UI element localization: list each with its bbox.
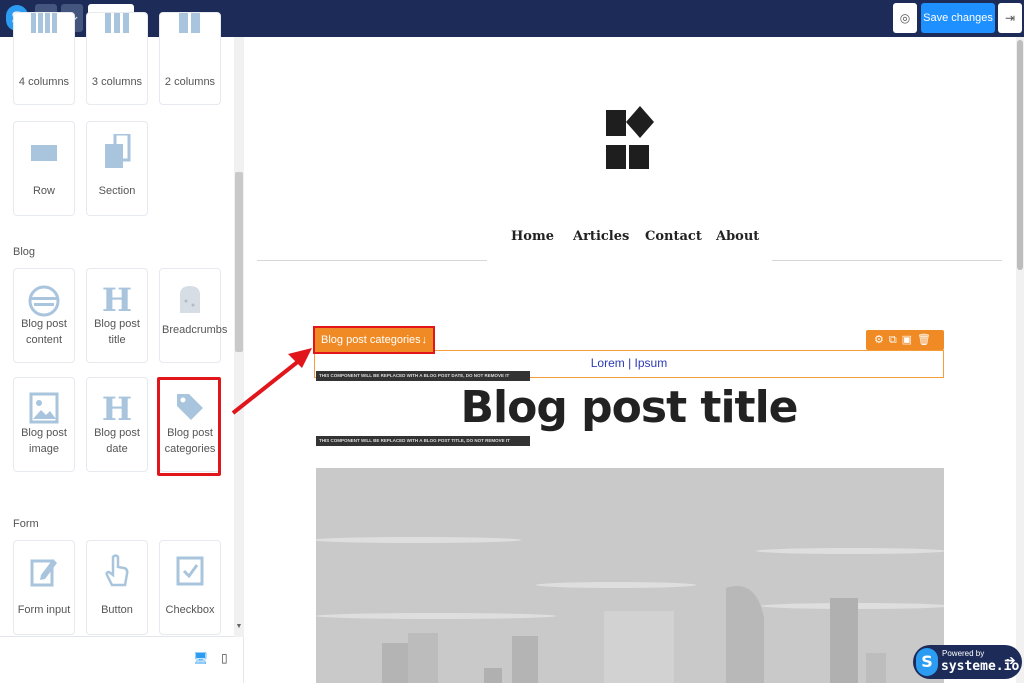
nav-about[interactable]: About — [716, 229, 759, 244]
date-warning-label: THIS COMPONENT WILL BE REPLACED WITH A B… — [316, 371, 530, 381]
powered-by-badge[interactable]: S Powered by systeme.io ➔ — [913, 645, 1022, 679]
powered-by-text: Powered by — [942, 649, 985, 658]
categories-highlight-box — [157, 377, 221, 476]
form-section-title: Form — [13, 518, 39, 530]
tile-4-columns[interactable]: 4 columns — [13, 12, 75, 105]
tile-row[interactable]: Row — [13, 121, 75, 216]
systeme-badge-logo-icon: S — [916, 648, 938, 676]
exit-icon[interactable]: ⇥ — [998, 3, 1022, 33]
tile-label: 4 columns — [18, 76, 70, 88]
pointer-icon — [87, 553, 147, 594]
bread-icon — [160, 283, 220, 322]
tile-label: Section — [98, 185, 136, 197]
tile-label: Row — [32, 185, 55, 197]
tile-label: Breadcrumbs — [162, 324, 228, 336]
tile-label: Blog post image — [21, 427, 67, 455]
tile-section[interactable]: Section — [86, 121, 148, 216]
blog-post-image[interactable] — [316, 468, 944, 683]
h-icon: H — [101, 281, 133, 319]
nav-home[interactable]: Home — [511, 229, 554, 244]
save-changes-button[interactable]: Save changes — [921, 3, 995, 33]
blog-section-title: Blog — [13, 246, 36, 258]
columns-3-icon — [87, 13, 147, 40]
tile-checkbox[interactable]: Checkbox — [159, 540, 221, 635]
top-bar: S ↶ ↷ Popups ◎ Save changes ⇥ — [0, 0, 1024, 37]
arrow-right-icon: ➔ — [1004, 652, 1016, 668]
tile-breadcrumbs[interactable]: Breadcrumbs — [159, 268, 228, 363]
desktop-icon[interactable]: 🖥 — [193, 651, 208, 665]
scroll-down-icon[interactable]: ▼ — [234, 623, 244, 635]
section-icon — [87, 132, 147, 175]
title-warning-label: THIS COMPONENT WILL BE REPLACED WITH A B… — [316, 436, 530, 446]
columns-4-icon — [14, 13, 74, 40]
app-root: S ↶ ↷ Popups ◎ Save changes ⇥ ▼ 4 column… — [0, 0, 1024, 683]
nav-contact[interactable]: Contact — [645, 229, 702, 244]
tile-label: 3 columns — [91, 76, 143, 88]
tile-label: Checkbox — [165, 604, 215, 616]
element-toolbar[interactable]: ⚙⧉▣🗑 — [866, 330, 944, 350]
tile-button[interactable]: Button — [86, 540, 148, 635]
tile-label: Blog post date — [94, 427, 140, 455]
tile-label: Blog post title — [94, 318, 140, 346]
tile-2-columns[interactable]: 2 columns — [159, 12, 221, 105]
mobile-icon[interactable]: ▯ — [221, 651, 228, 665]
checkbox-icon — [160, 555, 220, 592]
row-icon — [14, 142, 74, 169]
sidebar-scroll-thumb[interactable] — [235, 172, 243, 352]
categories-element-label[interactable]: Blog post categories ↓ — [313, 326, 435, 354]
blog-post-title[interactable]: Blog post title — [314, 382, 944, 433]
tile-blog-post-title[interactable]: H Blog post title — [86, 268, 148, 363]
tile-blog-post-content[interactable]: Blog post content — [13, 268, 75, 363]
tile-blog-post-image[interactable]: Blog post image — [13, 377, 75, 472]
arrow-down-icon[interactable]: ↓ — [422, 328, 428, 352]
tile-label: Form input — [17, 604, 71, 616]
tile-label: 2 columns — [164, 76, 216, 88]
tile-label: Button — [101, 604, 133, 616]
categories-text[interactable]: Lorem | Ipsum — [314, 356, 944, 370]
nav-articles[interactable]: Articles — [573, 229, 629, 244]
tile-label: Blog post content — [21, 318, 67, 346]
image-icon — [14, 392, 74, 429]
nav-divider-left — [257, 260, 487, 261]
h-icon: H — [101, 390, 133, 428]
preview-icon[interactable]: ◎ — [893, 3, 917, 33]
canvas-scroll-thumb[interactable] — [1017, 40, 1023, 270]
tile-form-input[interactable]: Form input — [13, 540, 75, 635]
tile-blog-post-date[interactable]: H Blog post date — [86, 377, 148, 472]
tile-3-columns[interactable]: 3 columns — [86, 12, 148, 105]
pencil-icon — [14, 555, 74, 594]
categories-label-text: Blog post categories — [321, 334, 421, 346]
nav-divider-right — [772, 260, 1002, 261]
columns-2-icon — [160, 13, 220, 40]
